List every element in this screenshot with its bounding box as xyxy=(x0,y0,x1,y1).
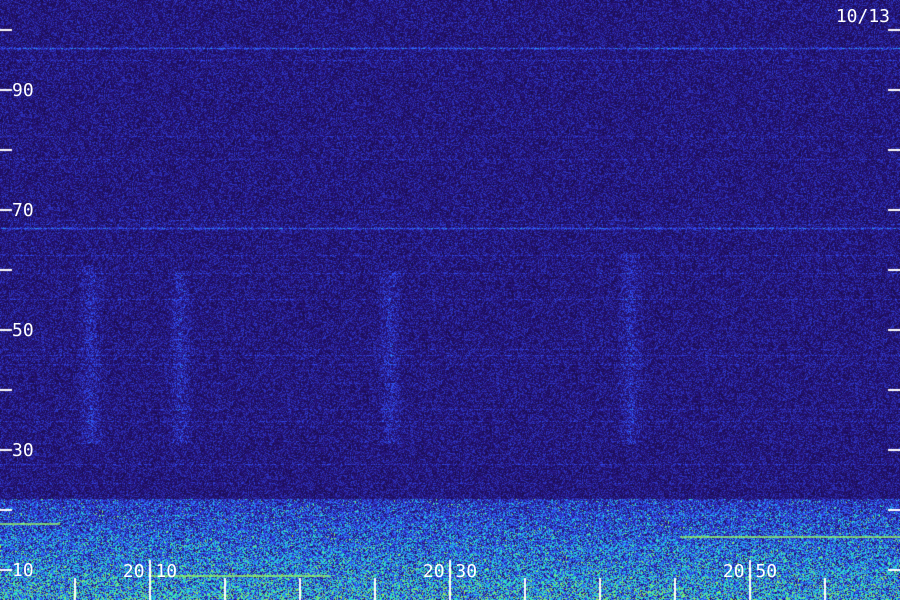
date-label: 10/13 xyxy=(835,6,890,27)
x-tick-label-2010: 20:10 xyxy=(122,561,178,582)
y-tick-label-30: 30 xyxy=(12,440,34,461)
y-tick-label-70: 70 xyxy=(12,200,34,221)
y-tick-label-90: 90 xyxy=(12,80,34,101)
y-tick-label-10: 10 xyxy=(12,560,34,581)
x-tick-label-2050: 20:50 xyxy=(722,561,778,582)
y-tick-label-50: 50 xyxy=(12,320,34,341)
x-tick-label-2030: 20:30 xyxy=(422,561,478,582)
spectrogram-plot xyxy=(0,0,900,600)
